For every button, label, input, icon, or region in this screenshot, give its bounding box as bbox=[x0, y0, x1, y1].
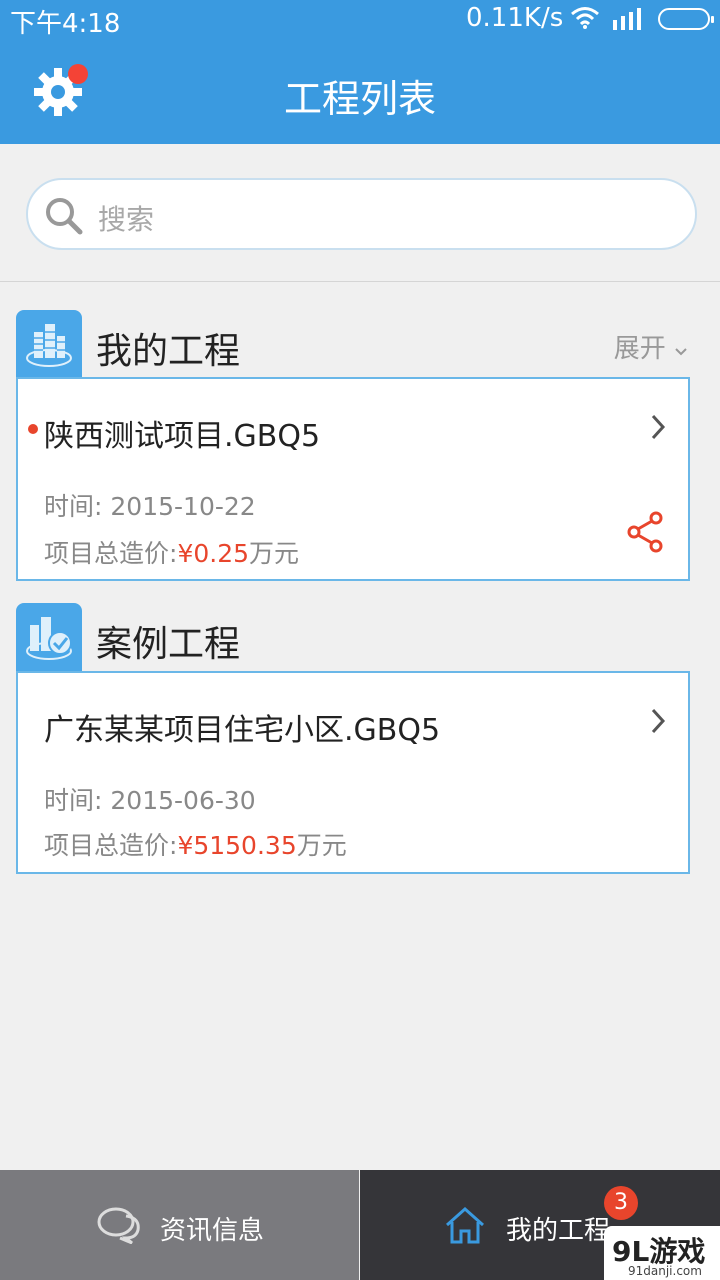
watermark-url: 91danji.com bbox=[628, 1264, 702, 1278]
currency-symbol: ¥ bbox=[177, 831, 194, 860]
unread-dot bbox=[28, 424, 38, 434]
cost-label: 项目总造价: bbox=[44, 539, 178, 568]
project-time: 时间: 2015-10-22 bbox=[44, 487, 256, 523]
project-time: 时间: 2015-06-30 bbox=[44, 781, 256, 817]
project-name: 陕西测试项目.GBQ5 bbox=[44, 419, 321, 454]
project-cost: 项目总造价:¥0.25万元 bbox=[44, 534, 299, 570]
cost-unit: 万元 bbox=[296, 831, 347, 860]
section-title: 我的工程 bbox=[96, 331, 241, 372]
section-my-projects: 我的工程 展开 bbox=[16, 310, 688, 378]
time-label: 时间: bbox=[44, 786, 103, 815]
tab-label: 资讯信息 bbox=[160, 1216, 265, 1246]
expand-button[interactable]: 展开 bbox=[614, 328, 688, 365]
status-bar: 下午4:18 0.11K/s bbox=[0, 0, 720, 39]
chat-icon bbox=[96, 1206, 142, 1248]
cost-label: 项目总造价: bbox=[44, 831, 178, 860]
time-value: 2015-10-22 bbox=[110, 492, 256, 521]
home-icon bbox=[444, 1206, 486, 1248]
chevron-right-icon bbox=[650, 707, 666, 739]
network-speed: 0.11K/s bbox=[466, 3, 564, 33]
section-title: 案例工程 bbox=[96, 624, 241, 665]
search-placeholder: 搜索 bbox=[98, 203, 155, 236]
tab-news[interactable]: 资讯信息 bbox=[0, 1170, 359, 1280]
expand-label: 展开 bbox=[613, 334, 666, 364]
project-name: 广东某某项目住宅小区.GBQ5 bbox=[44, 713, 441, 748]
tab-badge: 3 bbox=[604, 1186, 638, 1220]
cost-value: 0.25 bbox=[193, 539, 250, 568]
search-area: 搜索 bbox=[0, 144, 720, 282]
header-bar: 工程列表 bbox=[0, 38, 720, 144]
project-cost: 项目总造价:¥5150.35万元 bbox=[44, 826, 347, 862]
share-icon[interactable] bbox=[626, 511, 664, 557]
section-sample-projects: 案例工程 bbox=[16, 603, 688, 671]
search-input[interactable]: 搜索 bbox=[26, 178, 697, 250]
building-icon bbox=[16, 310, 82, 378]
currency-symbol: ¥ bbox=[177, 539, 194, 568]
search-icon bbox=[44, 196, 84, 240]
wifi-icon bbox=[570, 6, 600, 34]
chevron-right-icon bbox=[650, 413, 666, 445]
cost-unit: 万元 bbox=[249, 539, 300, 568]
watermark-logo: 9L游戏 91danji.com bbox=[604, 1226, 720, 1280]
cost-value: 5150.35 bbox=[193, 831, 297, 860]
status-time: 下午4:18 bbox=[10, 9, 121, 39]
project-card[interactable]: 陕西测试项目.GBQ5 时间: 2015-10-22 项目总造价:¥0.25万元 bbox=[16, 377, 690, 581]
project-card[interactable]: 广东某某项目住宅小区.GBQ5 时间: 2015-06-30 项目总造价:¥51… bbox=[16, 671, 690, 874]
page-title: 工程列表 bbox=[283, 77, 436, 121]
signal-icon bbox=[612, 8, 646, 34]
time-label: 时间: bbox=[44, 492, 103, 521]
time-value: 2015-06-30 bbox=[110, 786, 256, 815]
chevron-down-icon bbox=[675, 348, 687, 356]
tab-label: 我的工程 bbox=[506, 1216, 611, 1246]
building-check-icon bbox=[16, 603, 82, 671]
battery-icon bbox=[658, 8, 714, 30]
